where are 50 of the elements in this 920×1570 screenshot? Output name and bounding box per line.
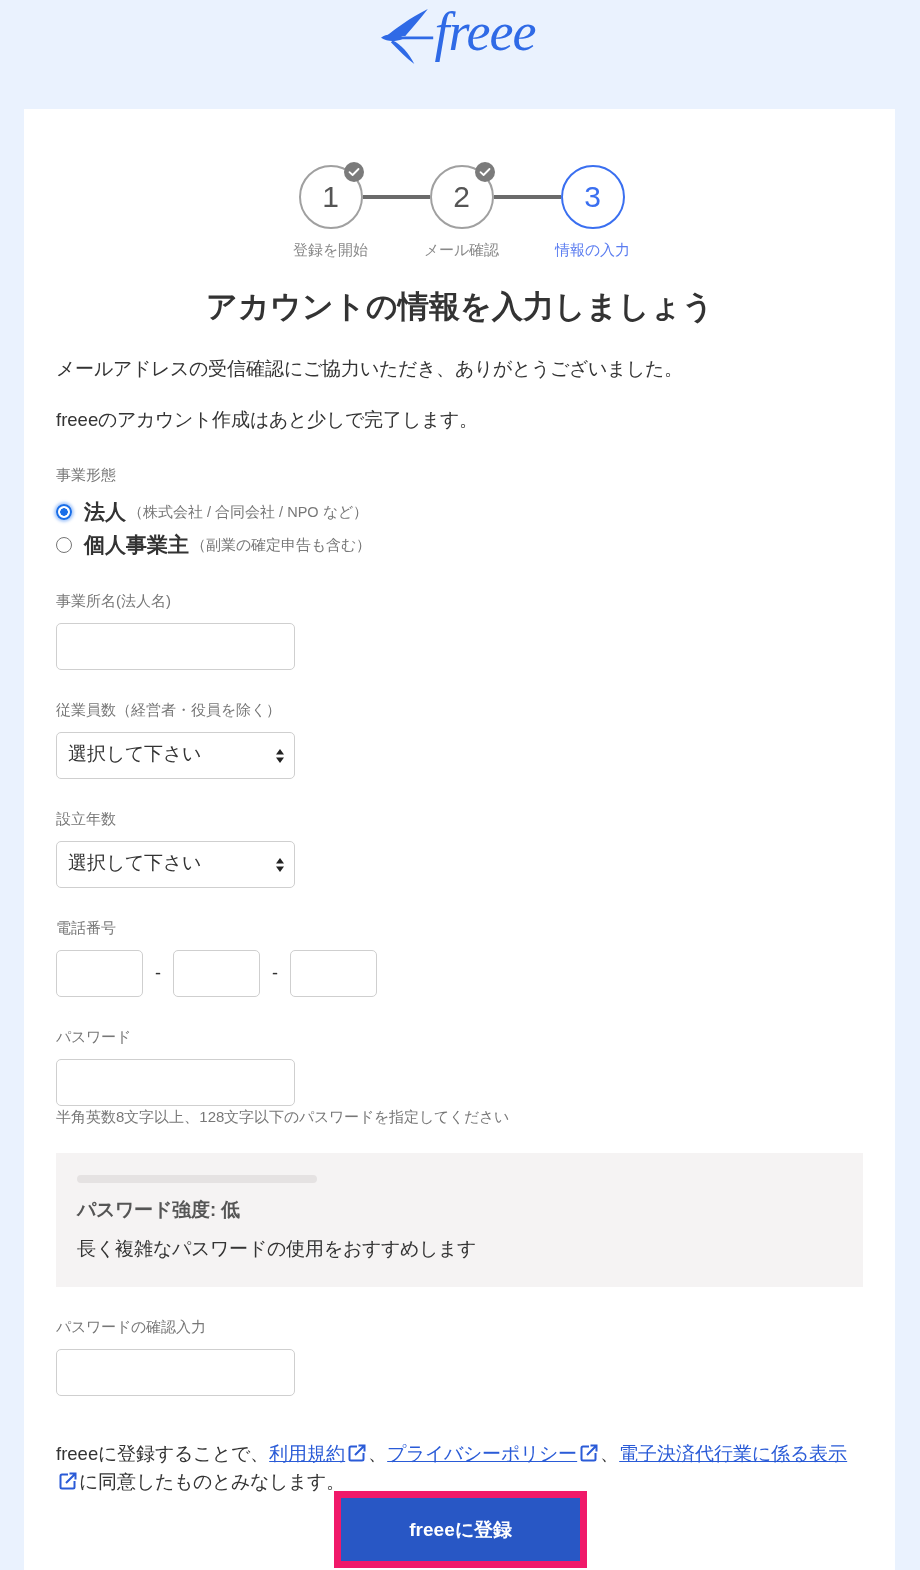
terms-link[interactable]: プライバシーポリシー — [387, 1443, 578, 1464]
step-circle: 3 — [560, 165, 625, 229]
strength-title: パスワード強度: 低 — [77, 1198, 242, 1222]
field-label: パスワードの確認入力 — [56, 1317, 207, 1337]
step-label: 登録を開始 — [293, 240, 368, 260]
phone-separator: - — [271, 963, 279, 984]
check-badge-icon — [343, 162, 364, 182]
phone-field[interactable] — [173, 950, 260, 997]
field-label: 設立年数 — [56, 809, 117, 829]
intro-text: メールアドレスの受信確認にご協力いただき、ありがとうございました。 — [56, 357, 684, 381]
logo-wordmark: freee — [434, 3, 536, 61]
step-label: メール確認 — [424, 240, 499, 260]
step-connector — [362, 195, 430, 199]
radio-note: （株式会社 / 合同会社 / NPO など） — [128, 502, 368, 522]
page-title: アカウントの情報を入力しましょう — [204, 288, 715, 326]
external-link-icon[interactable] — [580, 1444, 599, 1462]
field-hint: 半角英数8文字以上、128文字以下のパスワードを指定してください — [56, 1107, 511, 1127]
field-label: 事業所名(法人名) — [56, 591, 172, 611]
radio-button[interactable] — [56, 537, 72, 553]
strength-message: 長く複雑なパスワードの使用をおすすめします — [77, 1237, 477, 1261]
check-badge-icon — [474, 162, 495, 182]
field-label: 従業員数（経営者・役員を除く） — [56, 700, 282, 720]
intro-text: freeeのアカウント作成はあと少しで完了します。 — [56, 408, 480, 432]
field-label: 事業形態 — [56, 465, 117, 485]
updown-caret-icon — [276, 748, 284, 763]
phone-field[interactable] — [56, 950, 143, 997]
field-label: パスワード — [56, 1027, 132, 1047]
password-field[interactable] — [56, 1349, 295, 1396]
password-field[interactable] — [56, 1059, 295, 1106]
select-field[interactable]: 選択して下さい — [56, 841, 295, 888]
step-circle: 1 — [298, 165, 363, 229]
text-field[interactable] — [56, 623, 295, 670]
radio-button[interactable] — [56, 504, 72, 520]
phone-separator: - — [154, 963, 162, 984]
field-label: 電話番号 — [56, 918, 117, 938]
external-link-icon[interactable] — [59, 1472, 77, 1490]
phone-field[interactable] — [290, 950, 377, 997]
terms-link[interactable]: 利用規約 — [269, 1443, 346, 1464]
step-circle: 2 — [429, 165, 494, 229]
radio-label[interactable]: 個人事業主 — [84, 531, 189, 559]
step-label: 情報の入力 — [555, 240, 630, 260]
register-button[interactable]: freeeに登録 — [334, 1491, 587, 1568]
terms-link[interactable]: 電子決済代行業に係る表示 — [619, 1443, 848, 1464]
radio-label[interactable]: 法人 — [84, 498, 126, 526]
select-field[interactable]: 選択して下さい — [56, 732, 295, 779]
radio-note: （副業の確定申告も含む） — [191, 535, 371, 555]
step-connector — [493, 195, 561, 199]
terms-text: freeeに登録することで、利用規約 、プライバシーポリシー 、電子決済代行業に係る表示 に同意したものとみなします。 — [56, 1442, 849, 1494]
updown-caret-icon — [276, 857, 284, 872]
external-link-icon[interactable] — [348, 1444, 367, 1462]
